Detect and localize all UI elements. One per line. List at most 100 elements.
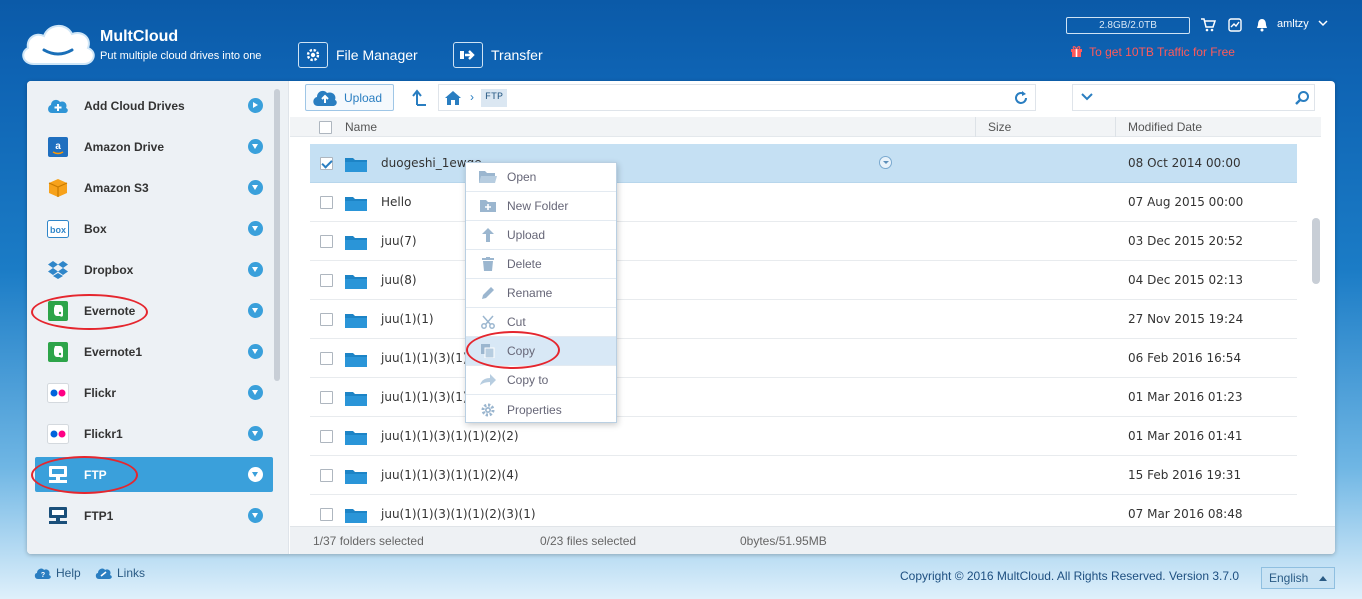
- file-name[interactable]: juu(1)(1)(3)(1): [381, 351, 468, 365]
- multcloud-logo[interactable]: MultCloud Put multiple cloud drives into…: [20, 18, 280, 70]
- table-row[interactable]: juu(1)(1)(3)(1)(1)(2)(3)(1) 07 Mar 2016 …: [310, 495, 1297, 524]
- table-row[interactable]: juu(1)(1)(3)(1) 01 Mar 2016 01:23: [310, 378, 1297, 417]
- search-icon[interactable]: [1294, 90, 1310, 106]
- table-row[interactable]: juu(7) 03 Dec 2015 20:52: [310, 222, 1297, 261]
- row-checkbox[interactable]: [320, 352, 333, 365]
- file-name[interactable]: juu(1)(1)(3)(1)(1)(2)(3)(1): [381, 507, 536, 521]
- table-row[interactable]: juu(8) 04 Dec 2015 02:13: [310, 261, 1297, 300]
- column-divider[interactable]: [1115, 117, 1116, 137]
- row-menu-icon[interactable]: [879, 156, 892, 169]
- row-checkbox[interactable]: [320, 391, 333, 404]
- file-name[interactable]: Hello: [381, 195, 411, 209]
- bell-icon[interactable]: [1254, 17, 1270, 33]
- column-name[interactable]: Name: [345, 120, 377, 134]
- menu-item-delete[interactable]: Delete: [466, 250, 616, 279]
- chevron-down-icon[interactable]: [248, 385, 263, 400]
- home-icon[interactable]: [444, 90, 462, 106]
- menu-item-properties[interactable]: Properties: [466, 395, 616, 424]
- gear-icon: [479, 401, 497, 419]
- column-divider[interactable]: [975, 117, 976, 137]
- menu-item-label: Rename: [507, 286, 553, 300]
- sidebar-item-add-cloud-drives[interactable]: Add Cloud Drives: [35, 88, 273, 123]
- chevron-down-icon[interactable]: [248, 262, 263, 277]
- row-checkbox[interactable]: [320, 430, 333, 443]
- chevron-down-icon[interactable]: [248, 139, 263, 154]
- sidebar-item-box[interactable]: box Box: [35, 211, 273, 246]
- sidebar-item-flickr1[interactable]: Flickr1: [35, 416, 273, 451]
- row-checkbox[interactable]: [320, 235, 333, 248]
- menu-item-upload[interactable]: Upload: [466, 221, 616, 250]
- chevron-down-icon[interactable]: [248, 344, 263, 359]
- chevron-right-icon[interactable]: [248, 98, 263, 113]
- sidebar-item-flickr[interactable]: Flickr: [35, 375, 273, 410]
- table-row[interactable]: Hello 07 Aug 2015 00:00: [310, 183, 1297, 222]
- traffic-promo-link[interactable]: To get 10TB Traffic for Free: [1070, 45, 1235, 59]
- language-select[interactable]: English: [1261, 567, 1335, 589]
- chevron-down-icon[interactable]: [248, 467, 263, 482]
- row-checkbox[interactable]: [320, 313, 333, 326]
- search-input[interactable]: [1072, 84, 1315, 111]
- sidebar-item-ftp1[interactable]: FTP1: [35, 498, 273, 533]
- file-name[interactable]: juu(1)(1)(3)(1)(1)(2)(4): [381, 468, 519, 482]
- annotation-circle-evernote: [31, 294, 148, 330]
- pencil-icon: [479, 284, 497, 302]
- flickr-icon: [47, 423, 69, 445]
- folder-icon: [345, 470, 367, 484]
- table-header: Name Size Modified Date: [290, 117, 1321, 137]
- column-modified-date[interactable]: Modified Date: [1128, 120, 1202, 134]
- file-name[interactable]: juu(1)(1)(3)(1): [381, 390, 468, 404]
- row-checkbox[interactable]: [320, 274, 333, 287]
- nav-file-manager[interactable]: File Manager: [298, 40, 418, 70]
- file-list: duogeshi_1ewqe 08 Oct 2014 00:00 Hello 0…: [290, 144, 1321, 524]
- menu-item-new-folder[interactable]: New Folder: [466, 192, 616, 221]
- sidebar-scrollbar[interactable]: [274, 89, 280, 381]
- row-checkbox[interactable]: [320, 196, 333, 209]
- chevron-down-icon[interactable]: [248, 303, 263, 318]
- menu-item-open[interactable]: Open: [466, 163, 616, 192]
- nav-transfer[interactable]: Transfer: [453, 40, 543, 70]
- up-directory-icon[interactable]: [412, 88, 428, 106]
- refresh-icon[interactable]: [1013, 90, 1029, 106]
- table-row[interactable]: duogeshi_1ewqe 08 Oct 2014 00:00: [310, 144, 1297, 183]
- column-size[interactable]: Size: [988, 120, 1011, 134]
- links-label: Links: [117, 566, 146, 580]
- help-link[interactable]: ? Help: [34, 566, 81, 580]
- row-checkbox[interactable]: [320, 157, 333, 170]
- main-panel: Add Cloud Drives a Amazon Drive Amazon S…: [27, 81, 1335, 554]
- menu-item-label: Open: [507, 170, 537, 184]
- chevron-down-icon[interactable]: [248, 426, 263, 441]
- row-checkbox[interactable]: [320, 469, 333, 482]
- table-row[interactable]: juu(1)(1)(3)(1)(1)(2)(2) 01 Mar 2016 01:…: [310, 417, 1297, 456]
- sidebar-item-dropbox[interactable]: Dropbox: [35, 252, 273, 287]
- chevron-down-icon[interactable]: [248, 180, 263, 195]
- file-name[interactable]: juu(7): [381, 234, 417, 248]
- menu-item-rename[interactable]: Rename: [466, 279, 616, 308]
- file-name[interactable]: juu(8): [381, 273, 417, 287]
- breadcrumb-ftp[interactable]: FTP: [481, 89, 508, 107]
- links-link[interactable]: Links: [95, 566, 145, 580]
- folders-selected: 1/37 folders selected: [313, 534, 424, 548]
- upload-button[interactable]: Upload: [305, 84, 394, 111]
- table-row[interactable]: juu(1)(1)(3)(1)(1)(2)(4) 15 Feb 2016 19:…: [310, 456, 1297, 495]
- chevron-down-icon[interactable]: [248, 221, 263, 236]
- add-cloud-icon: [47, 95, 69, 117]
- file-name[interactable]: juu(1)(1)(3)(1)(1)(2)(2): [381, 429, 519, 443]
- chevron-down-icon[interactable]: [1081, 92, 1093, 102]
- select-all-checkbox[interactable]: [319, 121, 332, 134]
- gear-icon: [298, 42, 328, 68]
- open-folder-icon: [479, 168, 497, 186]
- table-row[interactable]: juu(1)(1) 27 Nov 2015 19:24: [310, 300, 1297, 339]
- file-name[interactable]: juu(1)(1): [381, 312, 434, 326]
- user-menu[interactable]: amltzy: [1277, 18, 1328, 30]
- menu-item-copy-to[interactable]: Copy to: [466, 366, 616, 395]
- sidebar-item-evernote1[interactable]: Evernote1: [35, 334, 273, 369]
- cart-icon[interactable]: [1200, 17, 1216, 33]
- chart-icon[interactable]: [1227, 17, 1243, 33]
- chevron-down-icon[interactable]: [248, 508, 263, 523]
- file-list-scrollbar[interactable]: [1312, 218, 1320, 284]
- sidebar-item-amazon-s3[interactable]: Amazon S3: [35, 170, 273, 205]
- row-checkbox[interactable]: [320, 508, 333, 521]
- table-row[interactable]: juu(1)(1)(3)(1) 06 Feb 2016 16:54: [310, 339, 1297, 378]
- sidebar-item-amazon-drive[interactable]: a Amazon Drive: [35, 129, 273, 164]
- amazon-drive-icon: a: [47, 136, 69, 158]
